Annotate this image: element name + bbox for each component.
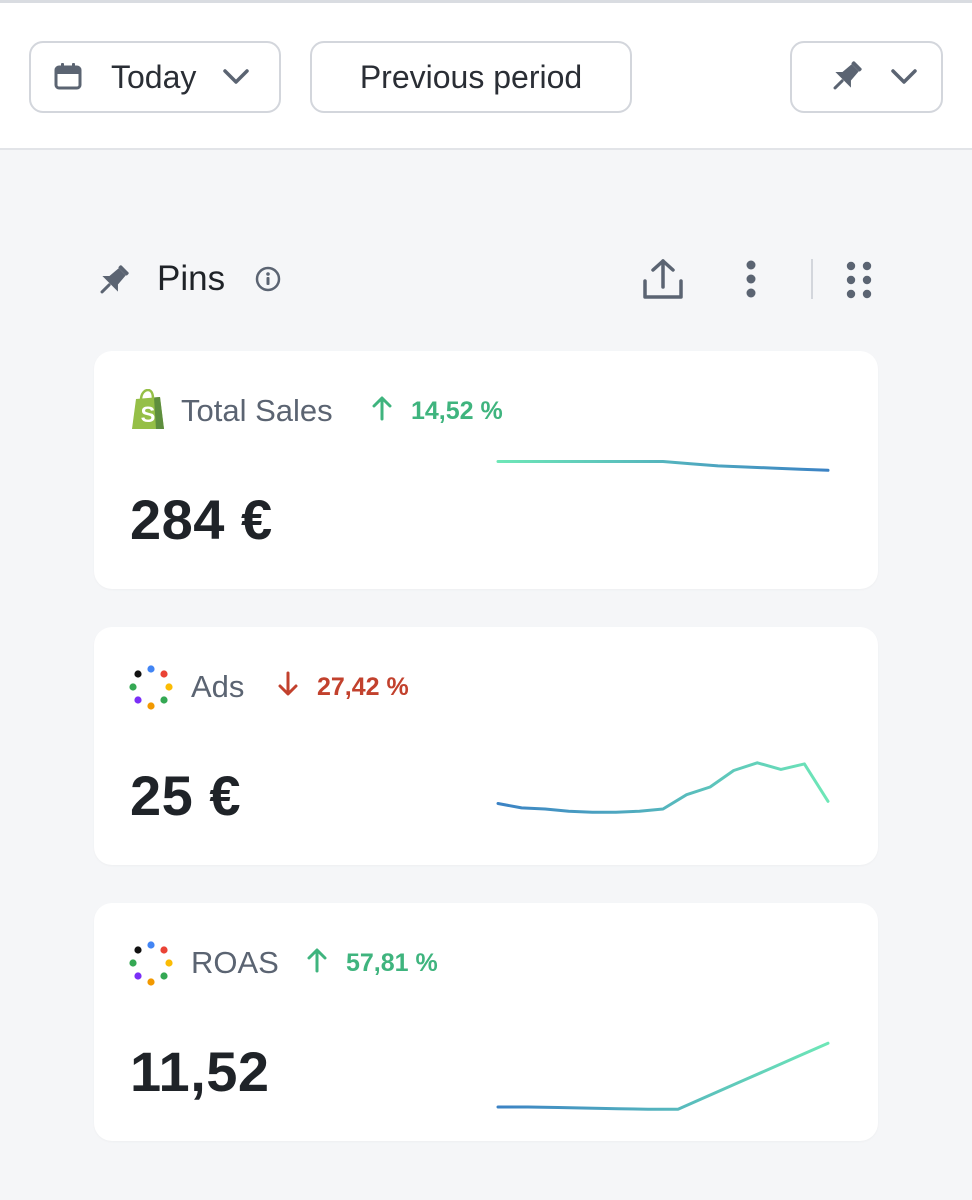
svg-text:S: S [141,402,156,427]
pins-menu-button[interactable] [790,41,943,113]
ads-dots-icon [129,665,173,710]
metric-change: 14,52 % [411,397,503,425]
metric-value: 284 € [130,488,273,551]
metric-card-roas[interactable]: ROAS 57,81 % 11,52 [94,903,878,1141]
metric-name: ROAS [191,945,279,980]
info-icon[interactable] [255,266,281,292]
metric-change: 27,42 % [317,673,409,701]
pin-icon [833,61,862,90]
metric-card-ads[interactable]: Ads 27,42 % 25 € [94,627,878,865]
export-icon[interactable] [641,257,685,301]
header-divider [811,259,813,299]
metric-value: 11,52 [130,1040,270,1103]
chevron-down-icon [223,69,250,84]
top-toolbar: Today Previous period [0,0,972,150]
pins-section-header: Pins [93,255,883,305]
metric-name: Total Sales [181,393,333,428]
date-range-button[interactable]: Today [29,41,281,113]
sparkline-series [496,1041,830,1111]
arrow-up-icon [372,396,392,421]
metric-card-total-sales[interactable]: S Total Sales 14,52 % 284 € [94,351,878,589]
section-title: Pins [157,259,226,298]
ads-dots-icon [129,941,173,986]
sparkline [496,1041,830,1111]
date-range-label: Today [111,58,197,95]
pin-icon [100,265,129,294]
calendar-icon [54,63,82,90]
metric-name: Ads [191,669,245,704]
compare-period-button[interactable]: Previous period [310,41,632,113]
sparkline-series [496,460,830,472]
more-vertical-icon[interactable] [741,259,761,299]
metric-value: 25 € [130,764,241,827]
sparkline [496,761,830,814]
metric-change: 57,81 % [346,949,438,977]
arrow-down-icon [278,671,298,696]
drag-handle-icon[interactable] [845,261,873,301]
chevron-down-icon [891,69,917,84]
arrow-up-icon [307,948,327,973]
shopify-icon: S [132,389,164,429]
sparkline [496,460,830,472]
sparkline-series [496,761,830,814]
